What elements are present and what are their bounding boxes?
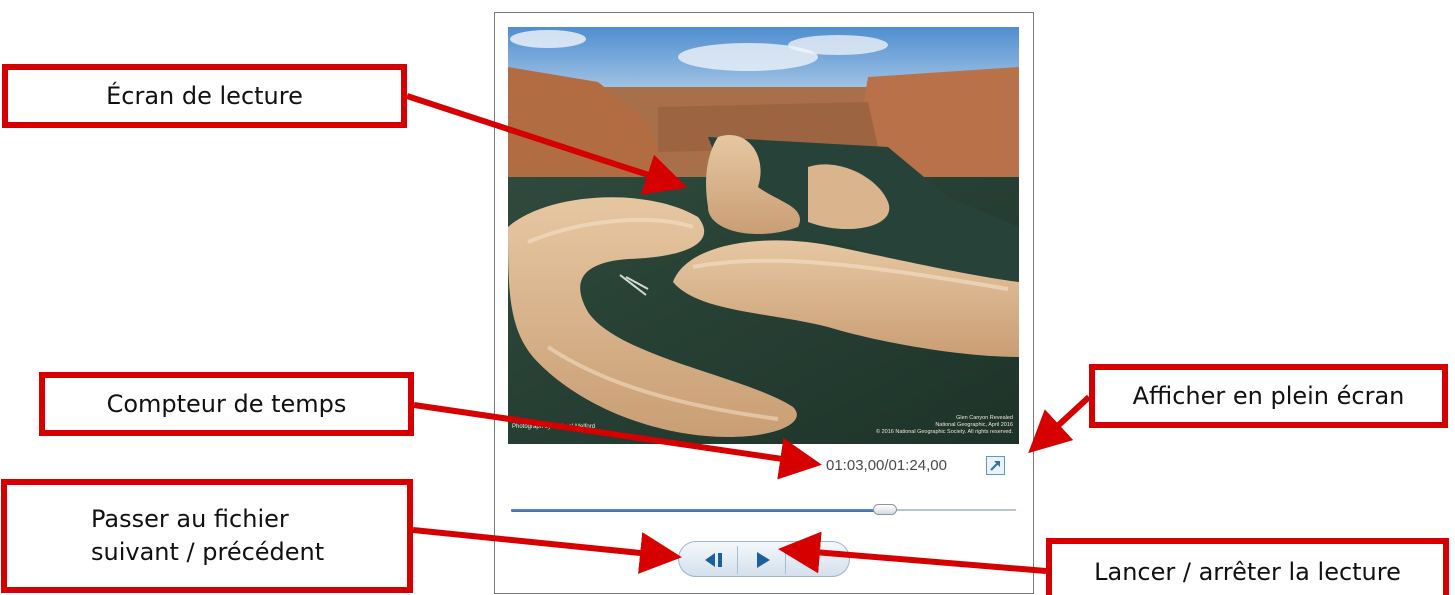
arrow-to-counter — [413, 402, 822, 480]
annotation-arrows — [406, 93, 1092, 574]
arrow-to-fullscreen — [1028, 394, 1092, 454]
arrow-to-navigation — [412, 527, 682, 574]
arrow-to-screen — [406, 93, 688, 195]
arrow-to-play — [778, 531, 1047, 574]
